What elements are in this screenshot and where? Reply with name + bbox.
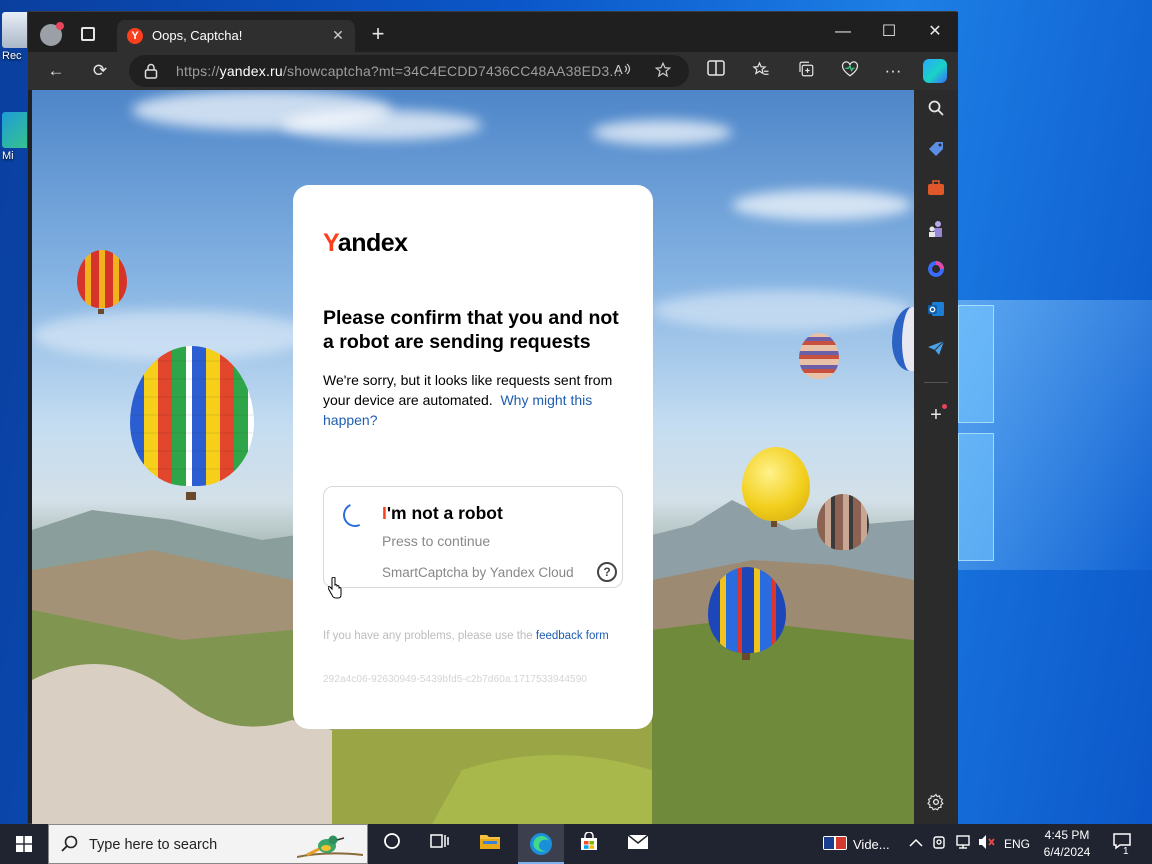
desktop-icon-label: Rec <box>2 50 22 62</box>
press-to-continue-text: Press to continue <box>382 533 491 549</box>
hot-air-balloon <box>817 494 869 550</box>
url-host: yandex.ru <box>219 63 283 79</box>
taskbar-edge-active[interactable] <box>518 824 564 864</box>
desktop-icon-label: Mi <box>2 150 14 162</box>
file-explorer-icon[interactable] <box>478 832 502 856</box>
lock-icon[interactable] <box>144 63 158 79</box>
volume-muted-icon[interactable] <box>975 832 999 856</box>
show-hidden-icons-chevron-icon[interactable] <box>904 832 928 856</box>
browser-window: Y Oops, Captcha! ✕ + — ☐ ✕ ← ⟳ https://y… <box>27 11 958 825</box>
system-clock[interactable]: 4:45 PM 6/4/2024 <box>1035 827 1099 861</box>
not-a-robot-checkbox[interactable]: I'm not a robot Press to continue SmartC… <box>323 486 623 588</box>
games-chess-icon[interactable] <box>925 220 947 242</box>
close-window-button[interactable]: ✕ <box>912 18 958 46</box>
profile-avatar[interactable] <box>40 22 64 46</box>
page-viewport: Yandex Please confirm that you and not a… <box>32 90 914 824</box>
tab-oops-captcha[interactable]: Y Oops, Captcha! ✕ <box>117 20 355 52</box>
network-icon[interactable] <box>951 832 975 856</box>
sidebar-search-icon[interactable] <box>925 100 947 122</box>
cortana-circle-icon[interactable] <box>380 832 404 856</box>
edge-browser-icon <box>530 833 552 855</box>
read-aloud-icon[interactable]: A <box>613 61 633 81</box>
meet-now-icon[interactable] <box>928 832 952 856</box>
notification-count: 1 <box>1123 846 1129 857</box>
url-scheme: https:// <box>176 63 220 79</box>
browser-essentials-icon[interactable] <box>839 60 861 82</box>
hand-cursor-icon <box>328 577 342 599</box>
footnote-text: If you have any problems, please use the <box>323 630 533 642</box>
reload-icon[interactable]: ⟳ <box>89 60 111 82</box>
tab-title: Oops, Captcha! <box>152 28 243 43</box>
tab-actions-icon[interactable] <box>81 27 95 41</box>
outlook-icon[interactable] <box>925 300 947 322</box>
browser-toolbar: ← ⟳ https://yandex.ru/showcaptcha?mt=34C… <box>28 52 958 90</box>
clock-time: 4:45 PM <box>1044 828 1090 842</box>
captcha-card: Yandex Please confirm that you and not a… <box>293 185 653 729</box>
edge-shortcut-icon <box>2 112 30 148</box>
search-placeholder: Type here to search <box>89 837 218 853</box>
more-menu-icon[interactable]: ··· <box>882 60 904 82</box>
favorites-icon[interactable] <box>750 60 772 82</box>
task-view-icon[interactable] <box>428 832 452 856</box>
action-center-icon[interactable]: 1 <box>1110 832 1134 857</box>
hot-air-balloon <box>708 567 786 653</box>
mail-icon[interactable] <box>626 832 650 856</box>
search-highlight-bird-icon <box>297 835 363 858</box>
mlb-icon[interactable] <box>822 832 848 856</box>
loading-spinner-icon <box>339 499 371 531</box>
hot-air-balloon <box>130 346 254 486</box>
close-tab-icon[interactable]: ✕ <box>329 26 347 44</box>
favorite-star-icon[interactable] <box>653 61 673 81</box>
back-arrow-icon[interactable]: ← <box>45 60 67 82</box>
windows-taskbar: Type here to search Vide... ENG 4:45 PM … <box>0 824 1152 864</box>
captcha-description: We're sorry, but it looks like requests … <box>323 370 628 430</box>
svg-text:A: A <box>614 62 623 77</box>
maximize-button[interactable]: ☐ <box>866 18 912 46</box>
drop-send-icon[interactable] <box>925 340 947 362</box>
collections-icon[interactable] <box>795 60 817 82</box>
microsoft-365-icon[interactable] <box>925 260 947 282</box>
split-screen-icon[interactable] <box>705 60 727 82</box>
windows-logo-icon <box>16 836 32 852</box>
yandex-logo: Yandex <box>323 229 408 257</box>
url-text[interactable]: https://yandex.ru/showcaptcha?mt=34C4ECD… <box>176 63 622 79</box>
shopping-tag-icon[interactable] <box>925 140 947 162</box>
url-path: /showcaptcha?mt=34C4ECDD7436CC48AA38ED3.… <box>282 63 622 79</box>
smartcaptcha-branding: SmartCaptcha by Yandex Cloud <box>382 565 574 580</box>
copilot-icon[interactable] <box>923 59 947 83</box>
hot-air-balloon <box>799 333 839 379</box>
windows-wallpaper-logo <box>955 300 1152 570</box>
help-question-icon[interactable]: ? <box>597 562 617 582</box>
microsoft-store-icon[interactable] <box>577 831 601 856</box>
not-a-robot-label: I'm not a robot <box>382 503 503 523</box>
captcha-footnote: If you have any problems, please use the… <box>323 628 623 644</box>
hot-air-balloon <box>77 250 127 308</box>
recycle-bin-icon <box>2 12 30 48</box>
taskbar-search-box[interactable]: Type here to search <box>48 824 368 864</box>
tools-toolbox-icon[interactable] <box>925 180 947 202</box>
tab-bar: Y Oops, Captcha! ✕ + — ☐ ✕ <box>28 12 958 52</box>
request-id: 292a4c06-92630949-5439bfd5-c2b7d60a:1717… <box>323 674 588 685</box>
video-news-label[interactable]: Vide... <box>853 837 890 852</box>
add-sidebar-app-icon[interactable]: + <box>925 404 947 426</box>
edge-sidebar: + <box>914 90 958 825</box>
start-button[interactable] <box>0 824 48 864</box>
hot-air-balloon <box>742 447 810 521</box>
new-tab-button[interactable]: + <box>367 23 389 45</box>
notification-dot <box>56 22 64 30</box>
minimize-button[interactable]: — <box>820 18 866 46</box>
address-bar[interactable]: https://yandex.ru/showcaptcha?mt=34C4ECD… <box>129 55 689 87</box>
feedback-form-link[interactable]: feedback form <box>536 630 609 642</box>
search-icon <box>61 835 79 853</box>
yandex-favicon-icon: Y <box>127 28 143 44</box>
captcha-headline: Please confirm that you and not a robot … <box>323 307 619 353</box>
language-indicator[interactable]: ENG <box>1004 837 1030 851</box>
sidebar-settings-gear-icon[interactable] <box>925 793 947 815</box>
clock-date: 6/4/2024 <box>1043 845 1091 859</box>
